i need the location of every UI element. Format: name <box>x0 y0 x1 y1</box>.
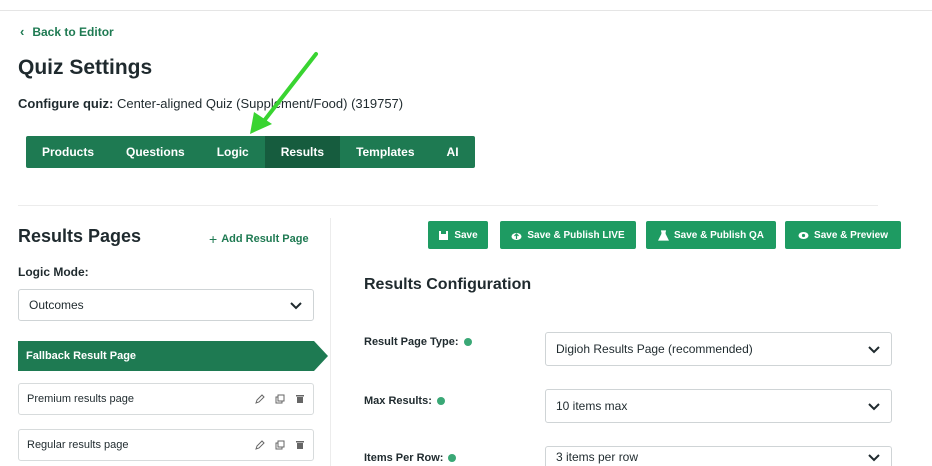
logic-mode-label: Logic Mode: <box>18 265 89 279</box>
max-results-select[interactable]: 10 items max <box>545 389 892 423</box>
annotation-arrow-icon <box>250 52 318 134</box>
result-page-item[interactable]: Regular results page <box>18 429 314 461</box>
plus-icon: + <box>209 231 218 247</box>
result-page-label: Regular results page <box>27 439 129 451</box>
chevron-down-icon <box>290 302 302 310</box>
section-divider <box>18 205 878 206</box>
result-page-item[interactable]: Fallback Result Page <box>18 341 328 371</box>
tab-logic[interactable]: Logic <box>201 136 265 168</box>
save-label: Save <box>454 229 478 241</box>
result-page-type-label: Result Page Type: <box>364 336 472 348</box>
top-border <box>0 10 932 11</box>
field-label-text: Items Per Row: <box>364 452 444 464</box>
save-publish-live-label: Save & Publish LIVE <box>527 229 625 241</box>
tab-results[interactable]: Results <box>264 136 341 168</box>
tab-templates[interactable]: Templates <box>340 136 430 168</box>
cloud-upload-icon <box>511 232 522 240</box>
add-result-label: Add Result Page <box>221 233 309 245</box>
result-page-type-select[interactable]: Digioh Results Page (recommended) <box>545 332 892 366</box>
settings-tabs: Products Questions Logic Results Templat… <box>26 136 475 168</box>
save-preview-button[interactable]: Save & Preview <box>785 221 901 249</box>
info-icon[interactable] <box>448 454 457 462</box>
edit-icon[interactable] <box>255 394 265 404</box>
chevron-down-icon <box>868 454 880 462</box>
chevron-down-icon <box>868 403 880 411</box>
field-value: Digioh Results Page (recommended) <box>556 342 753 356</box>
back-to-editor-link[interactable]: ‹ Back to Editor <box>20 24 114 39</box>
result-page-label: Premium results page <box>27 393 134 405</box>
save-publish-qa-button[interactable]: Save & Publish QA <box>646 221 776 249</box>
field-label-text: Result Page Type: <box>364 336 459 348</box>
copy-icon[interactable] <box>275 394 285 404</box>
save-button[interactable]: Save <box>428 221 488 249</box>
result-page-item[interactable]: Premium results page <box>18 383 314 415</box>
configure-label: Configure quiz: <box>18 96 114 111</box>
info-icon[interactable] <box>436 397 445 405</box>
back-label: Back to Editor <box>32 24 114 39</box>
save-publish-live-button[interactable]: Save & Publish LIVE <box>500 221 636 249</box>
results-config-title: Results Configuration <box>364 276 532 293</box>
trash-icon[interactable] <box>295 394 305 404</box>
logic-mode-value: Outcomes <box>29 298 84 312</box>
tab-products[interactable]: Products <box>26 136 110 168</box>
edit-icon[interactable] <box>255 440 265 450</box>
column-divider <box>330 218 331 466</box>
results-pages-title: Results Pages <box>18 226 142 246</box>
field-value: 10 items max <box>556 399 628 413</box>
eye-icon <box>798 231 809 239</box>
max-results-label: Max Results: <box>364 395 445 407</box>
tab-questions[interactable]: Questions <box>110 136 201 168</box>
copy-icon[interactable] <box>275 440 285 450</box>
tab-ai[interactable]: AI <box>431 136 475 168</box>
field-label-text: Max Results: <box>364 395 432 407</box>
configure-line: Configure quiz: Center-aligned Quiz (Sup… <box>18 96 403 111</box>
items-per-row-label: Items Per Row: <box>364 452 457 464</box>
trash-icon[interactable] <box>295 440 305 450</box>
add-result-page-button[interactable]: + Add Result Page <box>209 231 309 247</box>
save-publish-qa-label: Save & Publish QA <box>673 229 765 241</box>
chevron-left-icon: ‹ <box>20 24 25 39</box>
items-per-row-select[interactable]: 3 items per row <box>545 446 892 466</box>
info-icon[interactable] <box>463 338 472 346</box>
logic-mode-select[interactable]: Outcomes <box>18 289 314 321</box>
chevron-down-icon <box>868 346 880 354</box>
floppy-icon <box>439 230 449 240</box>
flask-icon <box>658 229 669 241</box>
save-preview-label: Save & Preview <box>814 229 888 241</box>
page-title: Quiz Settings <box>18 56 153 79</box>
field-value: 3 items per row <box>556 450 639 464</box>
